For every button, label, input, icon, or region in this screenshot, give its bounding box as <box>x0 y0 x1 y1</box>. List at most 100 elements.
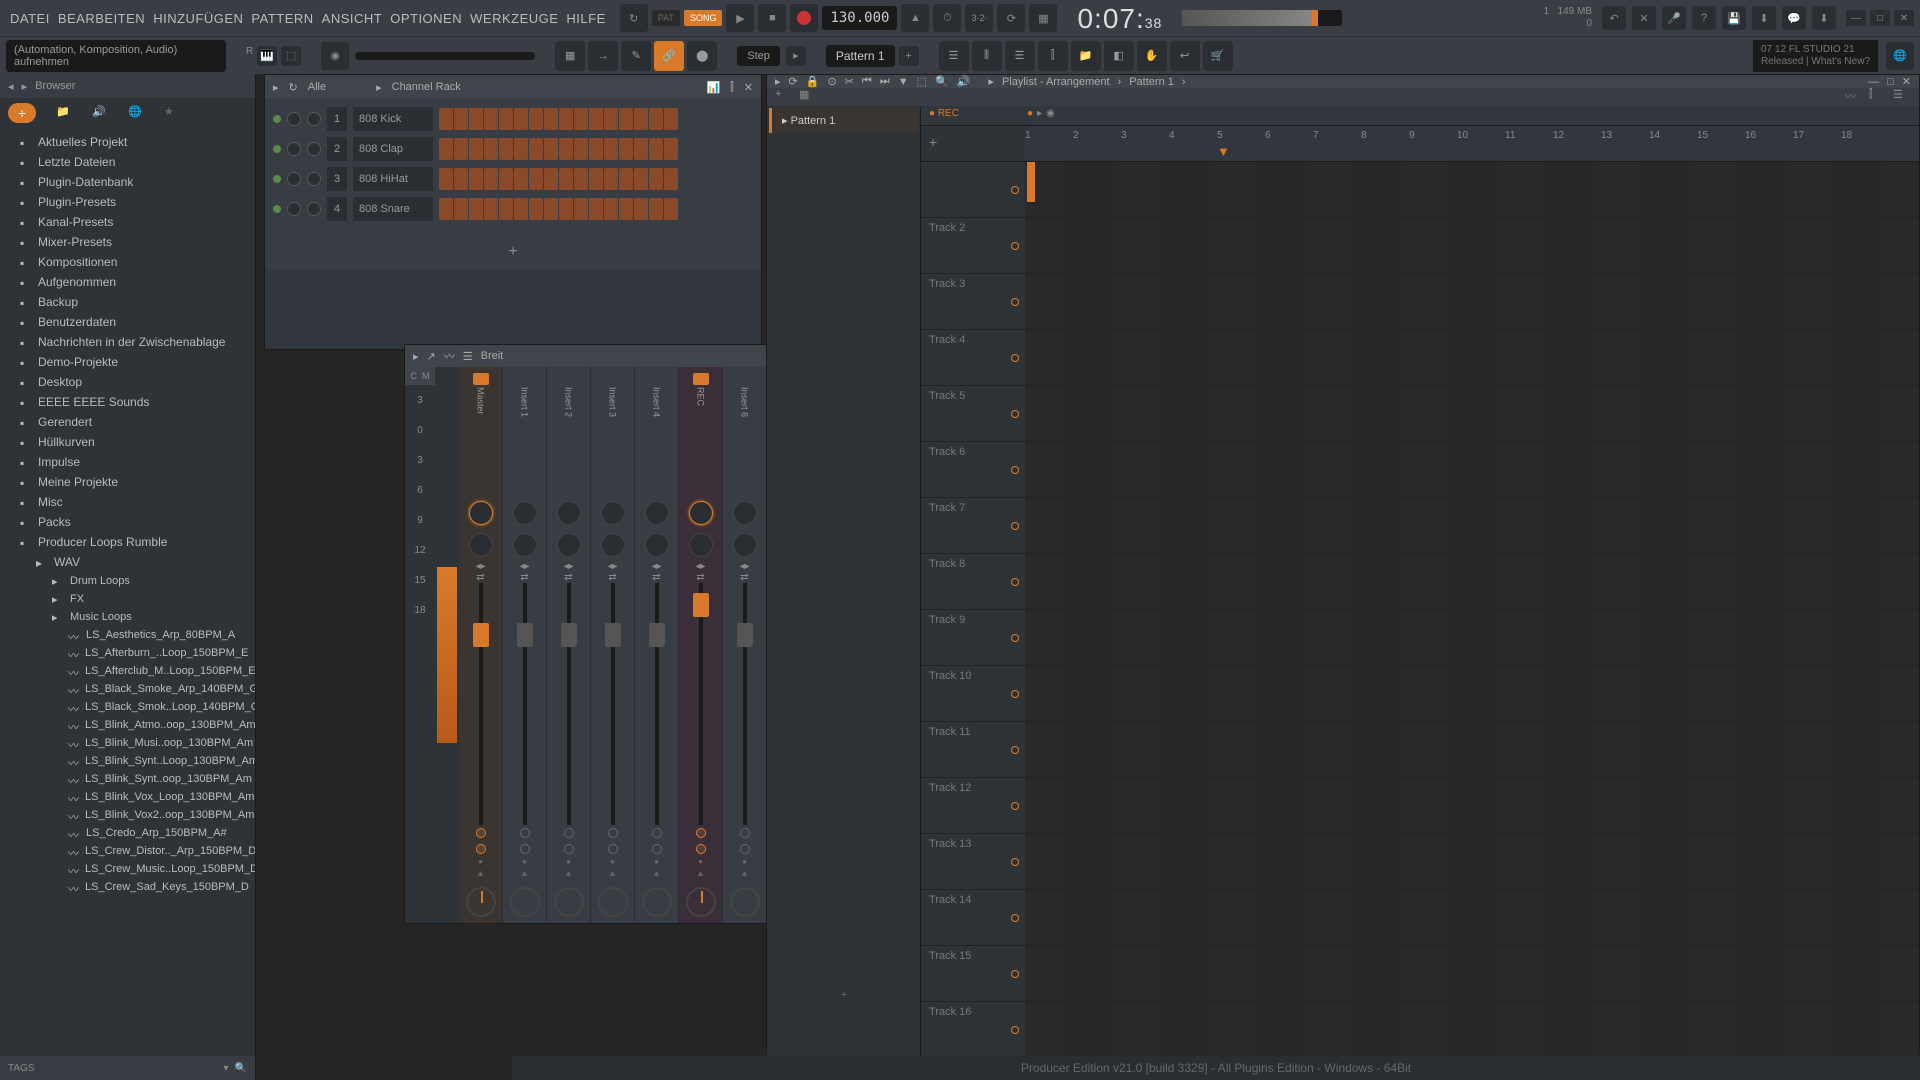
cr-close-icon[interactable]: ✕ <box>744 81 753 94</box>
track-rows[interactable]: Track 2Track 3Track 4Track 5Track 6Track… <box>921 162 1919 1058</box>
file-item[interactable]: 〰LS_Crew_Sad_Keys_150BPM_D <box>0 878 255 896</box>
vol-knob[interactable] <box>307 172 321 186</box>
tree-item[interactable]: ▪Plugin-Datenbank <box>0 172 255 192</box>
playlist-track-row[interactable]: Track 9 <box>921 610 1919 666</box>
stamp-icon[interactable]: ⬤ <box>687 41 717 71</box>
tree-item[interactable]: ▪Meine Projekte <box>0 472 255 492</box>
pl-marker-icon[interactable]: ▼ <box>898 76 909 88</box>
pan-knob[interactable] <box>287 142 301 156</box>
swap-icon[interactable]: ⇄ <box>476 572 484 583</box>
step-button[interactable] <box>439 108 453 130</box>
track-mute-dot[interactable] <box>1011 634 1019 642</box>
step-button[interactable] <box>469 108 483 130</box>
step-button[interactable] <box>574 138 588 160</box>
swap-icon[interactable]: ⇄ <box>564 572 572 583</box>
menu-datei[interactable]: DATEI <box>6 11 54 26</box>
swap-icon[interactable]: ⇄ <box>520 572 528 583</box>
mixer-button[interactable]: ⫼ <box>972 41 1002 71</box>
track-name[interactable]: Track 4 <box>921 330 1025 385</box>
mixer-track[interactable]: REC◂▸⇄●▴ <box>679 367 723 923</box>
file-item[interactable]: 〰LS_Afterclub_M..Loop_150BPM_E <box>0 662 255 680</box>
step-button[interactable] <box>604 138 618 160</box>
fx-knob[interactable] <box>513 501 537 525</box>
ruler-label-area[interactable]: + <box>921 126 1025 161</box>
tree-item[interactable]: ▪Impulse <box>0 452 255 472</box>
tree-item[interactable]: ▪Producer Loops Rumble <box>0 532 255 552</box>
cr-graph-icon[interactable]: 📊 <box>707 81 721 94</box>
track-content[interactable] <box>1025 498 1919 553</box>
mx-view-icon[interactable]: ☰ <box>463 350 473 363</box>
file-item[interactable]: 〰LS_Crew_Distor.._Arp_150BPM_D <box>0 842 255 860</box>
track-content[interactable] <box>1025 1002 1919 1057</box>
step-button[interactable] <box>469 138 483 160</box>
pattern-add-icon[interactable]: + <box>899 46 919 66</box>
tree-item[interactable]: ▪Hüllkurven <box>0 432 255 452</box>
channel-led[interactable] <box>273 175 281 183</box>
step-button[interactable] <box>664 138 678 160</box>
time-display[interactable]: 0:07:38 <box>1077 2 1162 35</box>
track-mute-dot[interactable] <box>1011 1026 1019 1034</box>
track-mute-dot[interactable] <box>1011 858 1019 866</box>
playlist-track-row[interactable]: Track 3 <box>921 274 1919 330</box>
route-arrow[interactable]: ▴ <box>654 868 659 879</box>
send-button[interactable] <box>652 844 662 854</box>
song-button[interactable]: SONG <box>684 10 723 26</box>
eq-knob[interactable] <box>733 533 757 557</box>
overdub-icon[interactable]: 3·2· <box>965 4 993 32</box>
send-button[interactable] <box>608 844 618 854</box>
step-button[interactable] <box>649 108 663 130</box>
swap-icon[interactable]: ⇄ <box>652 572 660 583</box>
settings-icon[interactable]: ✕ <box>1632 6 1656 30</box>
tempo-display[interactable]: 130.000 <box>822 6 897 30</box>
eq-knob[interactable] <box>645 533 669 557</box>
file-item[interactable]: 〰LS_Aesthetics_Arp_80BPM_A <box>0 626 255 644</box>
track-name[interactable]: Track 6 <box>921 442 1025 497</box>
track-name[interactable]: Track 9 <box>921 610 1025 665</box>
track-mute-dot[interactable] <box>1011 466 1019 474</box>
step-button[interactable] <box>649 198 663 220</box>
pan-knob[interactable] <box>730 887 760 917</box>
playlist-track-row[interactable]: Track 13 <box>921 834 1919 890</box>
stereo-sep-icon[interactable]: ◂▸ <box>739 561 749 572</box>
mixer-track[interactable]: Insert 2◂▸⇄●▴ <box>547 367 591 923</box>
file-item[interactable]: 〰LS_Crew_Music..Loop_150BPM_D <box>0 860 255 878</box>
comment-icon[interactable]: 💬 <box>1782 6 1806 30</box>
channel-number[interactable]: 4 <box>327 197 347 221</box>
pan-knob[interactable] <box>598 887 628 917</box>
rec-ctrl-3[interactable]: ◉ <box>1046 108 1055 119</box>
snap-selector[interactable]: Step <box>737 46 780 66</box>
playlist-view-icon[interactable]: ▦ <box>555 41 585 71</box>
globe-icon[interactable]: 🌐 <box>1886 42 1914 70</box>
step-button[interactable] <box>649 168 663 190</box>
undo-icon[interactable]: ↶ <box>1602 6 1626 30</box>
playlist-track-row[interactable]: Track 11 <box>921 722 1919 778</box>
pl-tool-grid[interactable]: ☰ <box>1893 88 1911 106</box>
midi-icon[interactable]: 🎹 <box>257 46 277 66</box>
pl-close-icon[interactable]: ✕ <box>1902 75 1911 88</box>
tree-item[interactable]: ▪Aktuelles Projekt <box>0 132 255 152</box>
menu-hilfe[interactable]: HILFE <box>562 11 609 26</box>
channel-led[interactable] <box>273 205 281 213</box>
vol-knob[interactable] <box>307 112 321 126</box>
fader-handle[interactable] <box>737 623 753 647</box>
step-button[interactable] <box>454 108 468 130</box>
stereo-sep-icon[interactable]: ◂▸ <box>563 561 573 572</box>
playlist-track-row[interactable] <box>921 162 1919 218</box>
step-button[interactable] <box>454 198 468 220</box>
file-item[interactable]: 〰LS_Blink_Synt..Loop_130BPM_Am <box>0 752 255 770</box>
step-button[interactable] <box>499 168 513 190</box>
metronome-icon[interactable]: ▲ <box>901 4 929 32</box>
step-button[interactable] <box>499 108 513 130</box>
pl-zoom-icon[interactable]: 🔍 <box>935 75 949 88</box>
menu-optionen[interactable]: OPTIONEN <box>386 11 466 26</box>
step-button[interactable] <box>439 138 453 160</box>
channel-name[interactable]: 808 Kick <box>353 107 433 131</box>
pan-knob[interactable] <box>642 887 672 917</box>
file-item[interactable]: 〰LS_Blink_Vox2..oop_130BPM_Am <box>0 806 255 824</box>
tree-item[interactable]: ▪Mixer-Presets <box>0 232 255 252</box>
playlist-track-row[interactable]: Track 8 <box>921 554 1919 610</box>
tree-item[interactable]: ▪Gerendert <box>0 412 255 432</box>
playlist-breadcrumb[interactable]: Pattern 1 <box>1129 76 1174 88</box>
arm-dot[interactable]: ● <box>522 857 527 866</box>
undo-history-icon[interactable]: ↩ <box>1170 41 1200 71</box>
